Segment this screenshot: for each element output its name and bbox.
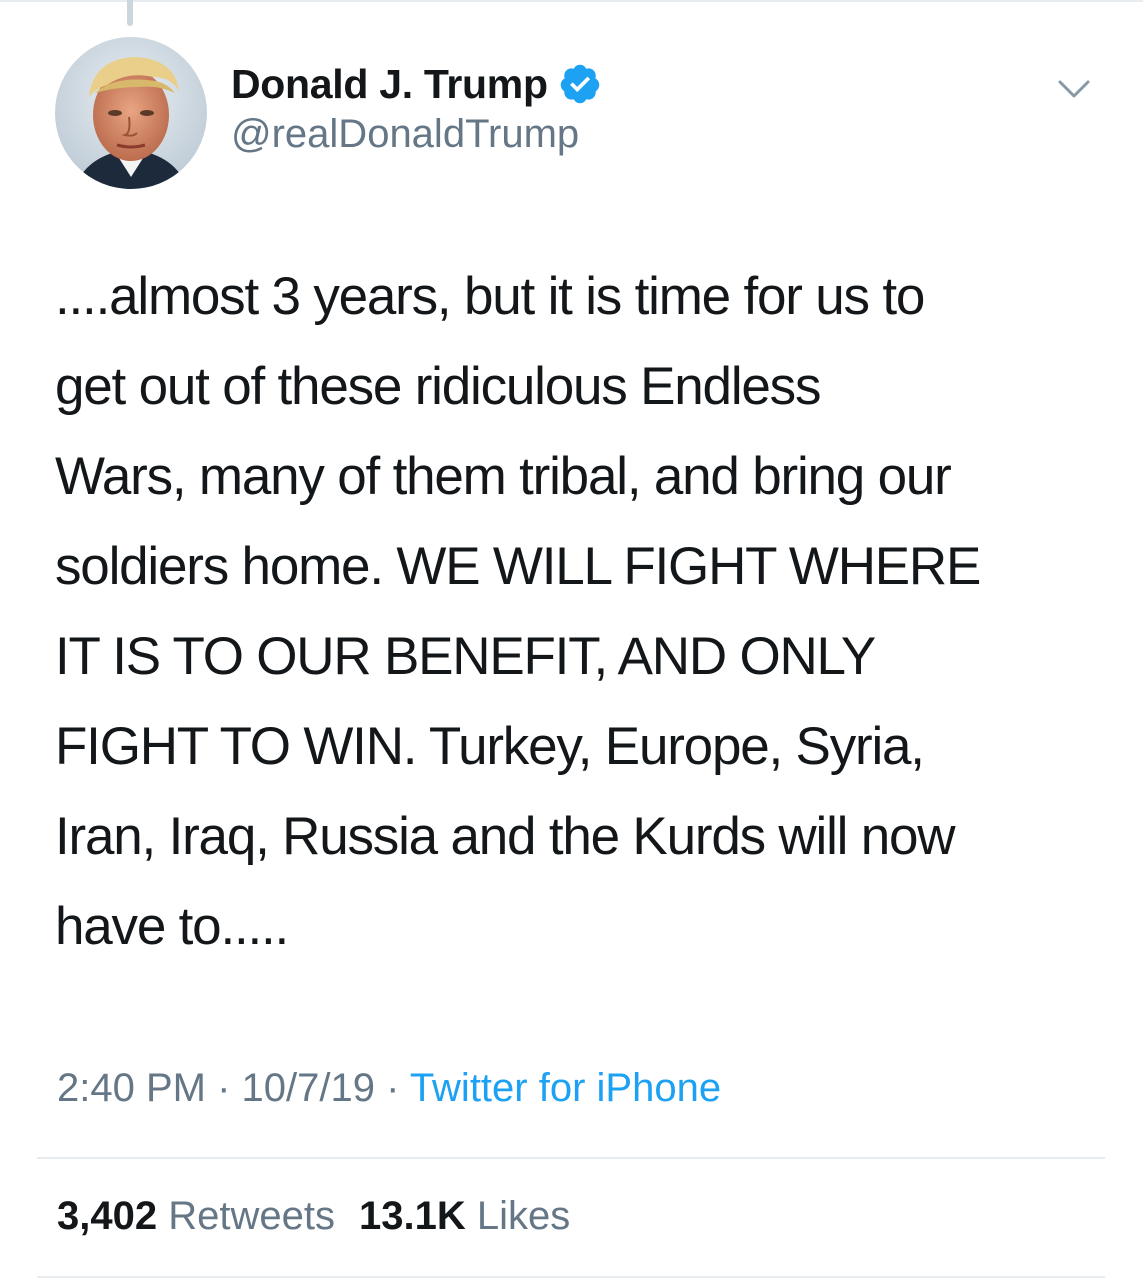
tweet-text-line: ....almost 3 years, but it is time for u…	[55, 267, 925, 326]
avatar[interactable]	[55, 37, 207, 189]
tweet-text-line: Iran, Iraq, Russia and the Kurds will no…	[55, 807, 956, 866]
author-handle[interactable]: @realDonaldTrump	[231, 112, 579, 157]
tweet-text-line: have to.....	[55, 897, 289, 956]
tweet-source-link[interactable]: Twitter for iPhone	[410, 1066, 721, 1110]
verified-badge-icon	[558, 62, 602, 106]
retweets-count: 3,402	[57, 1194, 158, 1238]
tweet-date: 10/7/19	[241, 1066, 375, 1110]
retweets-label: Retweets	[157, 1194, 335, 1238]
tweet-metadata: 2:40 PM · 10/7/19 · Twitter for iPhone	[57, 1066, 721, 1111]
retweets-stat[interactable]: 3,402 Retweets	[57, 1194, 335, 1238]
tweet-text-line: get out of these ridiculous Endless	[55, 357, 821, 416]
tweet-text-line: IT IS TO OUR BENEFIT, AND ONLY	[55, 627, 876, 686]
meta-separator: ·	[205, 1066, 242, 1110]
tweet-time: 2:40 PM	[57, 1066, 206, 1110]
likes-label: Likes	[465, 1194, 571, 1238]
tweet-text-line: FIGHT TO WIN. Turkey, Europe, Syria,	[55, 717, 925, 776]
likes-stat[interactable]: 13.1K Likes	[359, 1194, 570, 1238]
meta-separator: ·	[374, 1066, 410, 1110]
tweet-text-line: Wars, many of them tribal, and bring our	[55, 447, 952, 506]
likes-count: 13.1K	[358, 1194, 466, 1238]
tweet-text: ....almost 3 years, but it is time for u…	[55, 252, 1115, 972]
thread-connector-line	[127, 0, 133, 26]
avatar-image	[55, 37, 207, 189]
chevron-down-icon[interactable]	[1054, 74, 1094, 104]
author-name-row[interactable]: Donald J. Trump	[231, 58, 602, 110]
tweet-stats: 3,402 Retweets 13.1K Likes	[57, 1194, 570, 1239]
author-display-name[interactable]: Donald J. Trump	[231, 61, 548, 108]
bottom-divider	[37, 1276, 1105, 1278]
top-divider	[0, 0, 1143, 2]
stats-divider	[37, 1157, 1105, 1159]
tweet-text-line: soldiers home. WE WILL FIGHT WHERE	[55, 537, 981, 596]
